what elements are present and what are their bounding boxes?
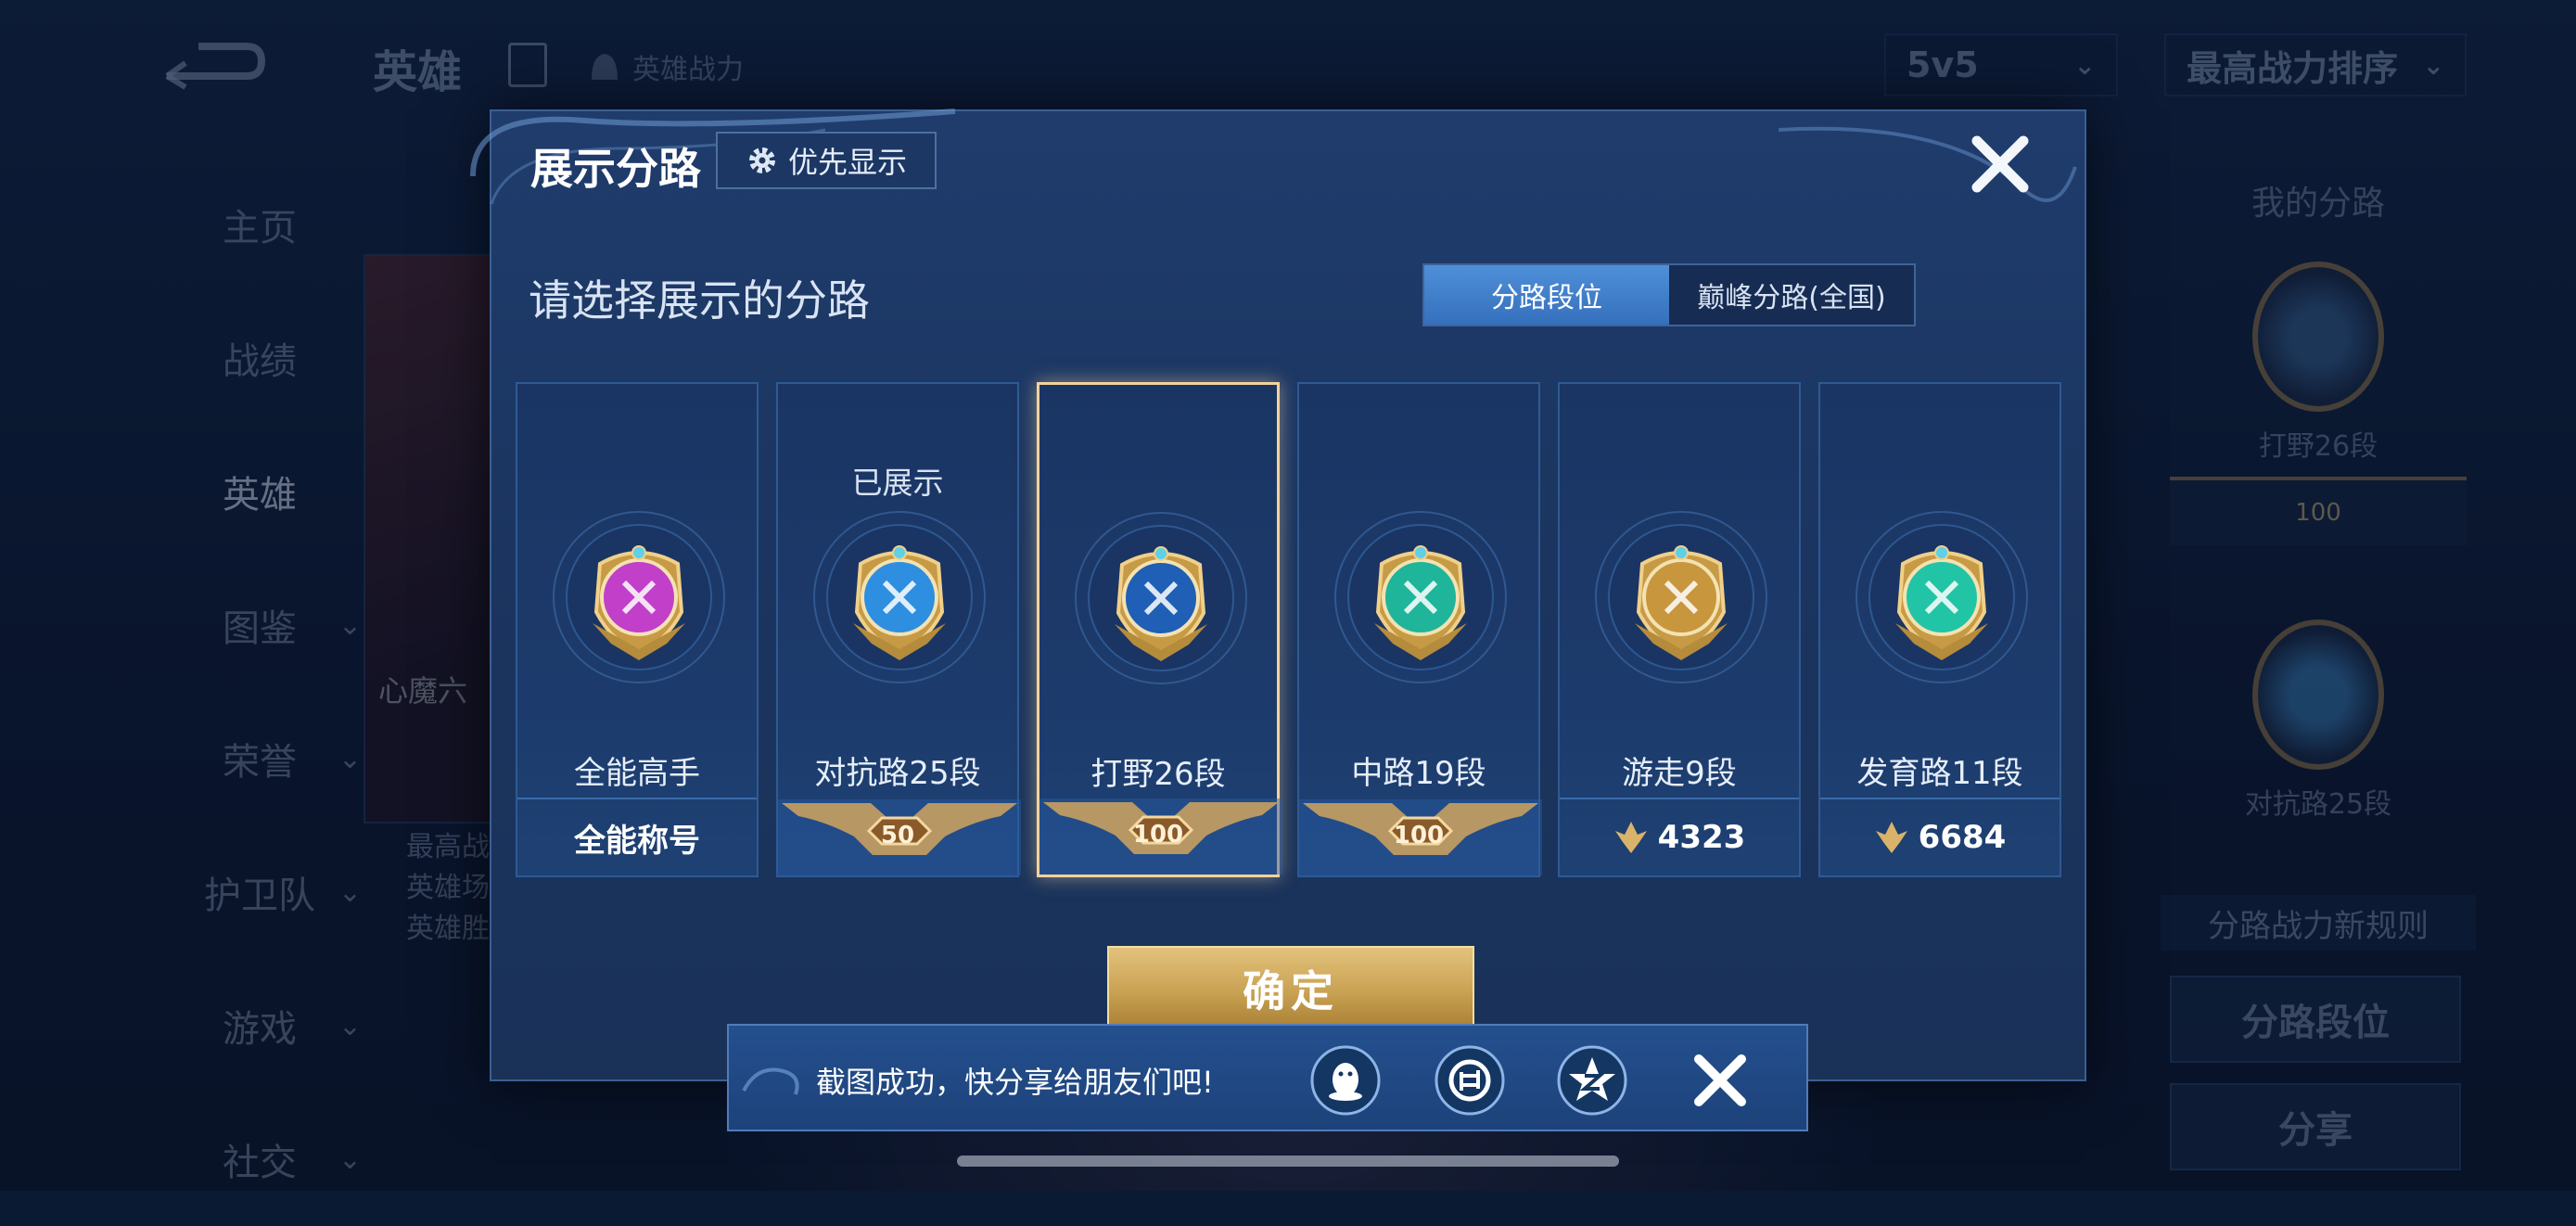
home-indicator bbox=[957, 1156, 1619, 1167]
farm-lane-badge-icon bbox=[1855, 511, 2028, 683]
rank-number: 100 bbox=[1393, 822, 1445, 850]
lane-card[interactable]: 已展示 对抗路25段 50 bbox=[776, 382, 1021, 877]
lane-footer-text: 全能称号 bbox=[574, 822, 700, 860]
roam-badge-icon bbox=[1595, 511, 1767, 683]
close-icon[interactable] bbox=[1966, 130, 2034, 198]
mid-lane-badge-icon bbox=[1334, 511, 1507, 683]
close-icon[interactable] bbox=[1688, 1048, 1753, 1113]
lane-footer: 4323 bbox=[1560, 798, 1799, 875]
gear-icon bbox=[748, 147, 775, 173]
clash-lane-badge-icon bbox=[813, 511, 986, 683]
lane-footer: 100 bbox=[1299, 799, 1542, 875]
lane-card[interactable]: 全能高手 全能称号 bbox=[516, 382, 759, 877]
lane-footer: 100 bbox=[1039, 798, 1282, 875]
lane-card[interactable]: 发育路11段 6684 bbox=[1818, 382, 2061, 877]
tab-lane-rank[interactable]: 分路段位 bbox=[1424, 265, 1669, 325]
rank-number: 100 bbox=[1132, 821, 1184, 849]
lane-score: 6684 bbox=[1874, 819, 2007, 856]
priority-display-label: 优先显示 bbox=[787, 145, 907, 180]
decorative-swirl-icon bbox=[1779, 126, 2077, 202]
rank-plate: 50 bbox=[778, 799, 1021, 875]
toast-message: 截图成功，快分享给朋友们吧! bbox=[816, 1065, 1214, 1100]
lane-card[interactable]: 游走9段 4323 bbox=[1558, 382, 1801, 877]
jungle-badge-icon bbox=[1075, 512, 1247, 684]
lane-tab-group: 分路段位 巅峰分路(全国) bbox=[1422, 263, 1916, 326]
qq-icon[interactable] bbox=[1309, 1044, 1382, 1117]
power-icon bbox=[1875, 822, 1907, 853]
select-lane-prompt: 请选择展示的分路 bbox=[529, 275, 870, 326]
lane-display-dialog: 展示分路 优先显示 请选择展示的分路 分路段位 巅峰分路(全国) 全能高手 全能… bbox=[470, 109, 2086, 1081]
lane-score-value: 4323 bbox=[1657, 819, 1746, 856]
rank-plate: 100 bbox=[1299, 799, 1542, 875]
lane-footer: 全能称号 bbox=[517, 798, 757, 875]
power-icon bbox=[1614, 822, 1647, 853]
confirm-button[interactable]: 确定 bbox=[1107, 946, 1474, 1031]
lane-name: 游走9段 bbox=[1622, 755, 1737, 792]
lane-score-value: 6684 bbox=[1918, 819, 2007, 856]
decorative-swirl-icon bbox=[742, 1067, 799, 1095]
lane-name: 对抗路25段 bbox=[814, 755, 981, 792]
lane-name: 打野26段 bbox=[1090, 756, 1226, 793]
priority-display-button[interactable]: 优先显示 bbox=[716, 132, 937, 189]
dialog-title: 展示分路 bbox=[530, 144, 701, 194]
lane-card[interactable]: 中路19段 100 bbox=[1297, 382, 1542, 877]
screenshot-toast: 截图成功，快分享给朋友们吧! bbox=[727, 1024, 1808, 1131]
lane-score: 4323 bbox=[1613, 819, 1746, 856]
lane-name: 中路19段 bbox=[1351, 755, 1486, 792]
lane-footer: 6684 bbox=[1820, 798, 2060, 875]
lane-card[interactable]: 打野26段 100 bbox=[1037, 382, 1282, 877]
lane-name: 全能高手 bbox=[574, 755, 700, 792]
all-round-badge-icon bbox=[553, 511, 725, 683]
lane-status: 已展示 bbox=[851, 465, 944, 501]
qzone-icon[interactable] bbox=[1556, 1044, 1628, 1117]
lane-footer: 50 bbox=[778, 799, 1021, 875]
rank-plate: 100 bbox=[1039, 798, 1282, 875]
rank-number: 50 bbox=[880, 822, 915, 850]
wechat-moments-icon[interactable] bbox=[1434, 1044, 1506, 1117]
lane-name: 发育路11段 bbox=[1856, 755, 2023, 792]
tab-peak-lane[interactable]: 巅峰分路(全国) bbox=[1669, 265, 1914, 325]
